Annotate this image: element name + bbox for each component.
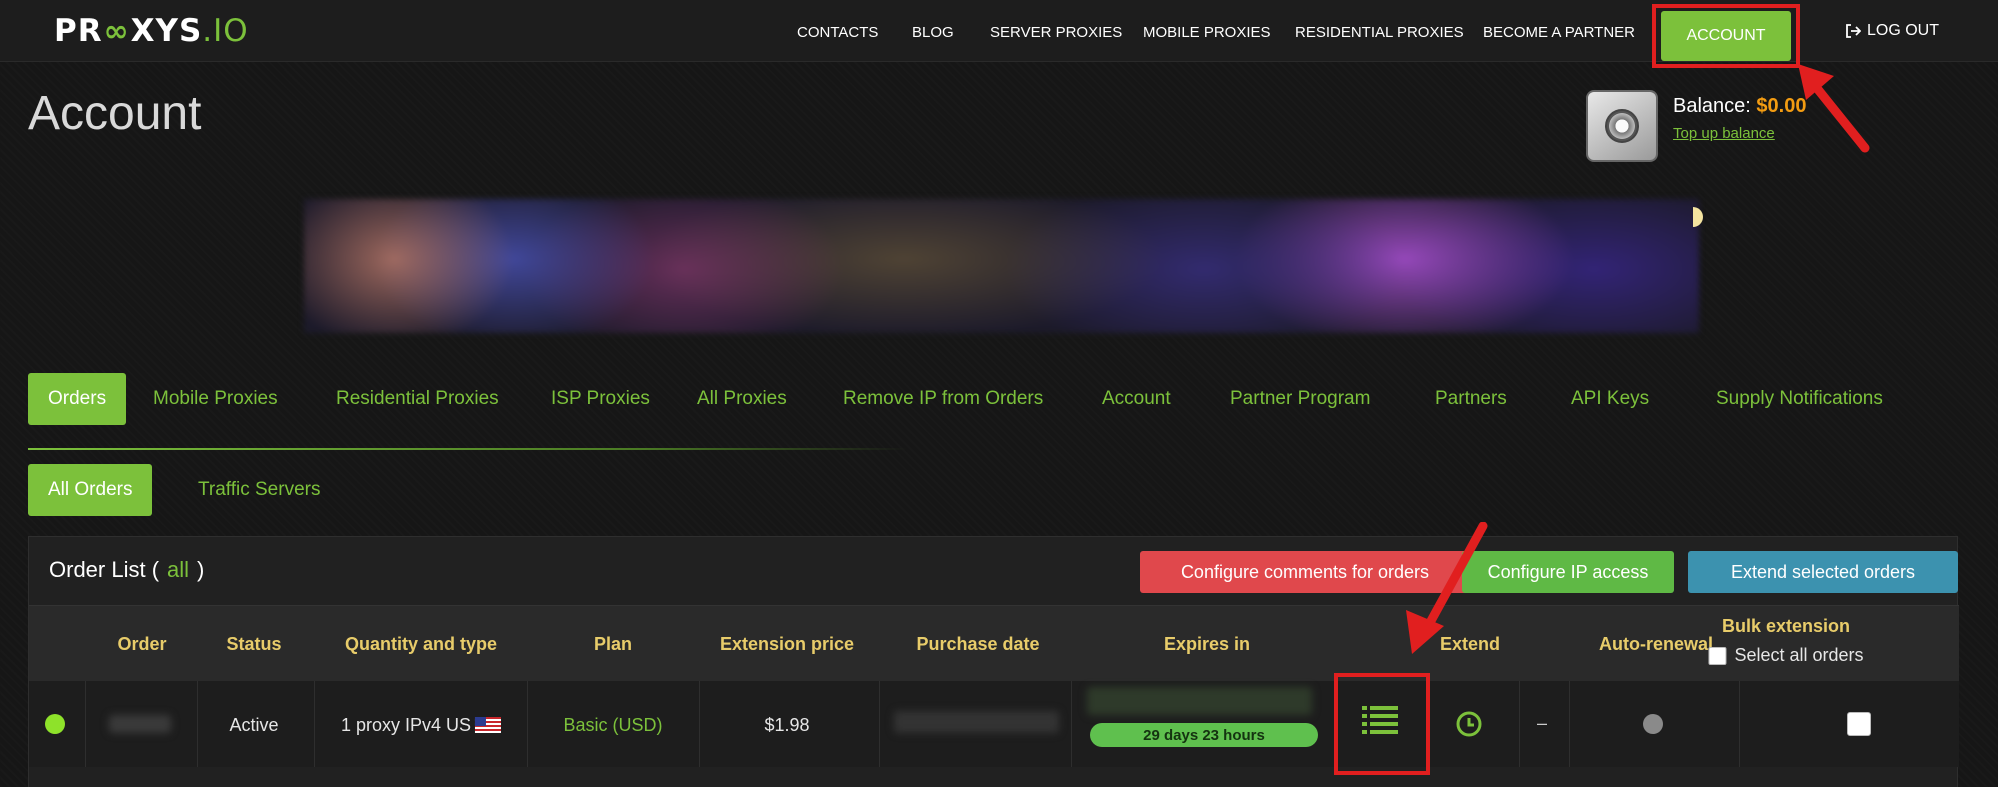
balance-amount: $0.00 xyxy=(1756,95,1807,117)
table-row: Active 1 proxy IPv4 US Basic (USD) $1.98… xyxy=(29,673,1959,775)
configure-ip-access-button[interactable]: Configure IP access xyxy=(1462,551,1674,593)
col-expires-in[interactable]: Expires in xyxy=(1164,634,1250,655)
order-list-title: Order List ( all) xyxy=(49,557,204,583)
expires-date-redacted xyxy=(1087,687,1312,715)
extend-clock-icon[interactable] xyxy=(1455,710,1483,738)
order-quantity-text: 1 proxy IPv4 US xyxy=(340,715,472,735)
col-plan[interactable]: Plan xyxy=(594,634,632,655)
logo-text-mid: XYS xyxy=(130,13,203,49)
col-order[interactable]: Order xyxy=(117,634,166,655)
us-flag-icon xyxy=(475,717,502,733)
proxys-logo[interactable]: PR ∞ XYS .IO xyxy=(54,13,249,49)
logout-icon xyxy=(1846,24,1861,38)
banner-dot xyxy=(1693,207,1703,227)
subtab-traffic-servers[interactable]: Traffic Servers xyxy=(198,464,320,516)
col-extension-price[interactable]: Extension price xyxy=(720,634,854,655)
order-plan[interactable]: Basic (USD) xyxy=(563,715,662,736)
table-header: Order Status Quantity and type Plan Exte… xyxy=(29,605,1959,681)
tabs-divider xyxy=(28,448,908,450)
top-up-balance-link[interactable]: Top up balance xyxy=(1673,125,1775,142)
order-status: Active xyxy=(229,715,279,735)
auto-renewal-toggle[interactable] xyxy=(1643,714,1663,734)
logout-label: LOG OUT xyxy=(1867,22,1940,39)
col-quantity-type[interactable]: Quantity and type xyxy=(345,634,497,655)
col-purchase-date[interactable]: Purchase date xyxy=(916,634,1039,655)
tab-partners[interactable]: Partners xyxy=(1435,373,1507,425)
col-status[interactable]: Status xyxy=(226,634,281,655)
extend-dash: – xyxy=(1537,713,1548,733)
order-list-panel: Order List ( all) Configure comments for … xyxy=(28,536,1959,787)
order-id-redacted[interactable] xyxy=(109,715,171,733)
infinity-icon: ∞ xyxy=(103,13,130,49)
bulk-extension-label: Bulk extension xyxy=(1721,616,1851,636)
order-filter-all[interactable]: all xyxy=(167,557,189,582)
tab-mobile-proxies[interactable]: Mobile Proxies xyxy=(153,373,278,425)
nav-mobile-proxies[interactable]: MOBILE PROXIES xyxy=(1143,24,1271,41)
promo-banner[interactable] xyxy=(304,199,1699,333)
balance-display: Balance: $0.00 xyxy=(1673,95,1806,118)
tab-isp-proxies[interactable]: ISP Proxies xyxy=(551,373,650,425)
tab-orders[interactable]: Orders xyxy=(28,373,127,425)
tab-partner-program[interactable]: Partner Program xyxy=(1230,373,1370,425)
tab-all-proxies[interactable]: All Proxies xyxy=(697,373,787,425)
list-icon[interactable] xyxy=(1362,705,1398,735)
select-all-label: Select all orders xyxy=(1734,645,1864,665)
bulk-extension-header: Bulk extension Select all orders xyxy=(1708,616,1864,666)
tab-supply-notifications[interactable]: Supply Notifications xyxy=(1716,373,1883,425)
nav-contacts[interactable]: CONTACTS xyxy=(797,24,878,41)
tab-account[interactable]: Account xyxy=(1102,373,1171,425)
tab-api-keys[interactable]: API Keys xyxy=(1571,373,1649,425)
tab-residential-proxies[interactable]: Residential Proxies xyxy=(336,373,499,425)
col-auto-renewal: Auto-renewal xyxy=(1598,634,1714,654)
order-list-title-end: ) xyxy=(197,557,205,582)
subtab-all-orders[interactable]: All Orders xyxy=(28,464,153,516)
expires-badge: 29 days 23 hours xyxy=(1090,723,1318,747)
tab-remove-ip[interactable]: Remove IP from Orders xyxy=(843,373,1043,425)
select-all-checkbox[interactable] xyxy=(1708,646,1727,665)
order-list-title-text: Order List ( xyxy=(49,557,160,582)
account-highlight-box: ACCOUNT xyxy=(1652,4,1800,68)
order-extension-price: $1.98 xyxy=(764,715,810,735)
list-icon-highlight-box xyxy=(1334,673,1430,775)
nav-become-partner[interactable]: BECOME A PARTNER xyxy=(1483,24,1635,41)
order-quantity: 1 proxy IPv4 US xyxy=(340,715,502,736)
logo-text-left: PR xyxy=(54,13,103,49)
nav-residential-proxies[interactable]: RESIDENTIAL PROXIES xyxy=(1295,24,1464,41)
nav-server-proxies[interactable]: SERVER PROXIES xyxy=(990,24,1122,41)
nav-blog[interactable]: BLOG xyxy=(912,24,954,41)
order-active-indicator xyxy=(45,714,65,734)
nav-account-button[interactable]: ACCOUNT xyxy=(1661,11,1791,61)
configure-comments-button[interactable]: Configure comments for orders xyxy=(1140,551,1470,593)
safe-icon xyxy=(1586,90,1658,162)
extend-selected-orders-button[interactable]: Extend selected orders xyxy=(1688,551,1958,593)
bulk-extension-checkbox[interactable] xyxy=(1847,712,1871,736)
balance-label: Balance: xyxy=(1673,95,1757,117)
top-nav-bar: PR ∞ XYS .IO CONTACTS BLOG SERVER PROXIE… xyxy=(0,0,1998,68)
page-title: Account xyxy=(28,87,202,140)
col-extend: Extend xyxy=(1439,634,1501,654)
select-all-orders[interactable]: Select all orders xyxy=(1708,645,1864,666)
logout-button[interactable]: LOG OUT xyxy=(1845,22,1939,40)
logo-text-right: .IO xyxy=(202,13,249,49)
purchase-date-redacted xyxy=(894,711,1059,733)
